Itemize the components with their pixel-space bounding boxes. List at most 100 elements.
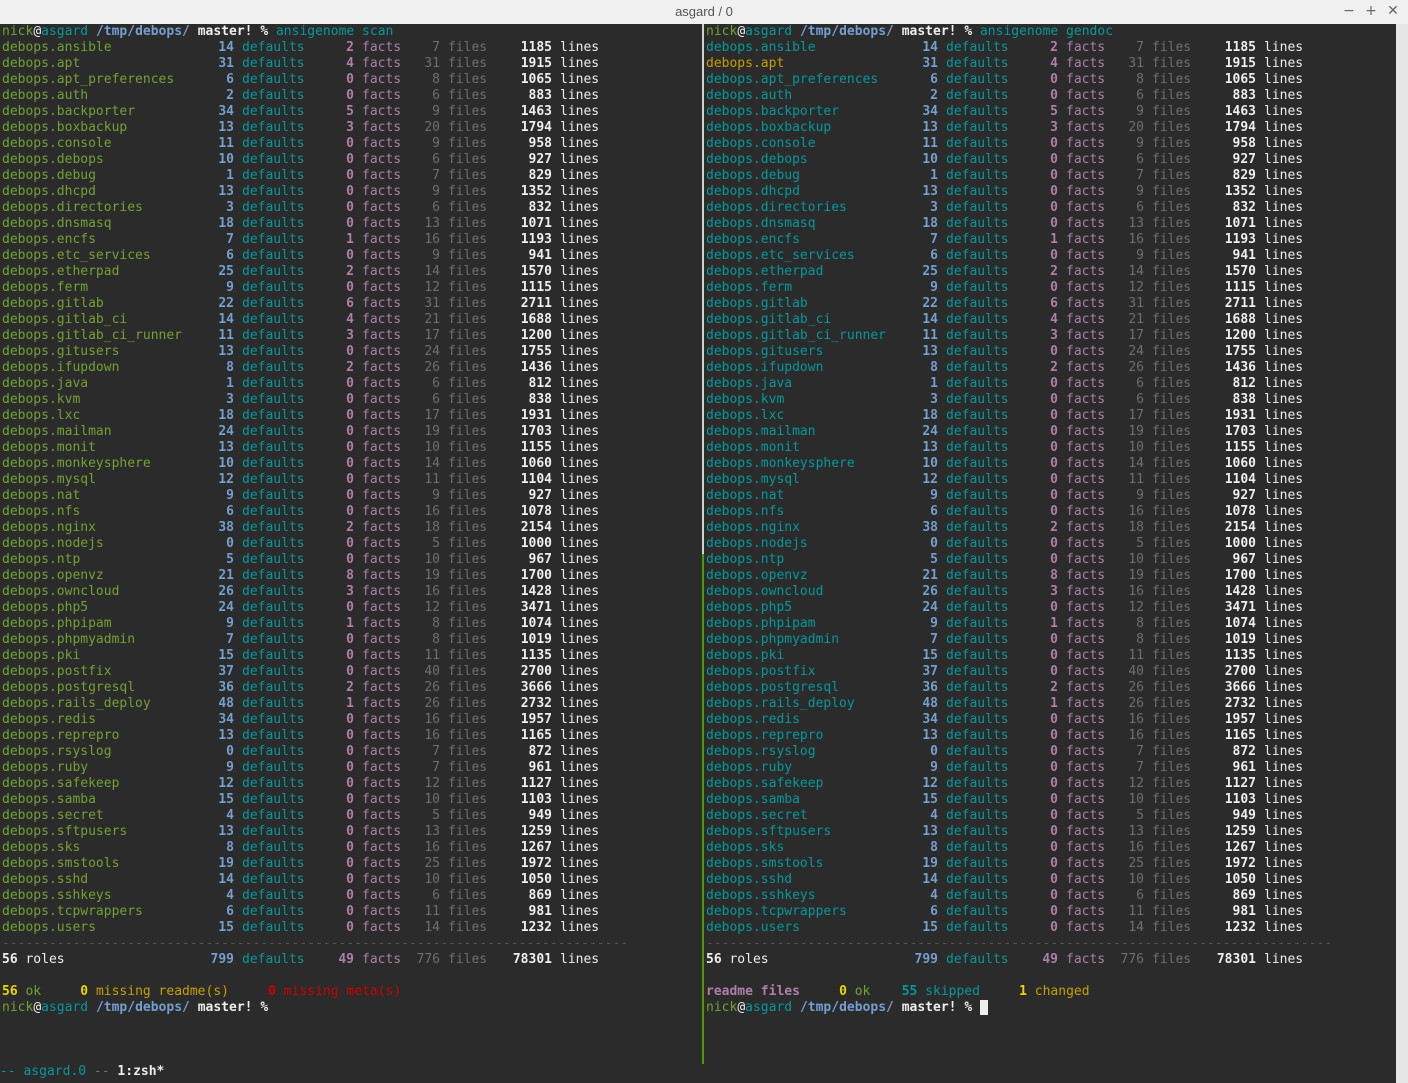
left-pane[interactable]: nick@asgard /tmp/debops/ master! % ansig… [2, 24, 702, 1064]
role-name: debops.sks [2, 840, 81, 855]
files-label: files [448, 920, 488, 935]
lines-count: 812 [528, 376, 552, 391]
defaults-label: defaults [946, 312, 1009, 327]
maximize-icon[interactable]: + [1362, 2, 1380, 20]
role-name: debops.dhcpd [706, 184, 800, 199]
defaults-count: 10 [218, 152, 234, 167]
facts-count: 1 [1050, 232, 1058, 247]
files-label: files [1152, 424, 1192, 439]
facts-count: 0 [346, 872, 354, 887]
files-label: files [448, 712, 488, 727]
lines-count: 1436 [520, 360, 552, 375]
missing-readme-count: 0 [80, 984, 89, 999]
files-label: files [448, 584, 488, 599]
lines-label: lines [560, 520, 600, 535]
facts-label: facts [1066, 920, 1106, 935]
defaults-count: 48 [218, 696, 234, 711]
role-row: debops.dhcpd 13 defaults 0 facts 9 files 1352 li… [2, 184, 702, 200]
status-session: asgard.0 [23, 1064, 87, 1079]
files-label: files [1152, 856, 1192, 871]
role-name: debops.debug [2, 168, 96, 183]
role-name: debops.rails_deploy [2, 696, 151, 711]
facts-label: facts [362, 568, 402, 583]
lines-label: lines [560, 552, 600, 567]
role-name: debops.apt [2, 56, 81, 71]
facts-label: facts [362, 728, 402, 743]
pane-divider[interactable] [702, 24, 704, 1064]
defaults-label: defaults [946, 280, 1009, 295]
lines-count: 829 [528, 168, 552, 183]
lines-label: lines [1264, 744, 1304, 759]
facts-label: facts [362, 168, 402, 183]
terminal-cursor[interactable] [979, 1000, 988, 1015]
defaults-count: 0 [226, 536, 234, 551]
facts-label: facts [362, 232, 402, 247]
defaults-label: defaults [946, 744, 1009, 759]
prompt-host: asgard [41, 1000, 89, 1015]
defaults-label: defaults [242, 488, 305, 503]
role-row: debops.lxc 18 defaults 0 facts 17 files 1931 lin… [706, 408, 1406, 424]
minimize-icon[interactable]: − [1340, 2, 1358, 20]
role-name: debops.gitlab_ci_runner [2, 328, 183, 343]
files-label: files [448, 392, 488, 407]
files-count: 17 [1128, 328, 1144, 343]
scrollbar[interactable] [1396, 24, 1408, 1083]
facts-label: facts [1066, 344, 1106, 359]
defaults-count: 25 [922, 264, 938, 279]
files-label: files [1152, 232, 1192, 247]
defaults-label: defaults [946, 408, 1009, 423]
facts-label: facts [362, 152, 402, 167]
prompt-path: /tmp/debops/ [799, 1000, 894, 1015]
facts-label: facts [362, 776, 402, 791]
defaults-label: defaults [242, 920, 305, 935]
defaults-count: 13 [922, 728, 938, 743]
role-row: debops.phpipam 9 defaults 1 facts 8 files 1074 l… [706, 616, 1406, 632]
role-name: debops.apt [706, 56, 785, 71]
title-bar[interactable]: asgard / 0 − + ✕ [0, 0, 1408, 25]
defaults-count: 7 [226, 232, 234, 247]
role-row: debops.safekeep 12 defaults 0 facts 12 files 11… [706, 776, 1406, 792]
files-label: files [1152, 520, 1192, 535]
lines-count: 1931 [520, 408, 552, 423]
defaults-label: defaults [946, 40, 1009, 55]
terminal-area[interactable]: nick@asgard /tmp/debops/ master! % ansig… [0, 24, 1396, 1083]
lines-label: lines [1264, 728, 1304, 743]
role-name: debops.postfix [2, 664, 112, 679]
facts-label: facts [1066, 296, 1106, 311]
lines-count: 1135 [1224, 648, 1256, 663]
facts-count: 0 [1050, 792, 1058, 807]
defaults-label: defaults [946, 360, 1009, 375]
facts-count: 0 [1050, 376, 1058, 391]
files-count: 31 [424, 56, 440, 71]
lines-label: lines [560, 568, 600, 583]
close-icon[interactable]: ✕ [1384, 2, 1402, 20]
role-row: debops.rails_deploy 48 defaults 1 facts 26 fil… [706, 696, 1406, 712]
right-pane[interactable]: nick@asgard /tmp/debops/ master! % ansig… [706, 24, 1406, 1064]
role-row: debops.reprepro 13 defaults 0 facts 16 files 11… [2, 728, 702, 744]
defaults-label: defaults [242, 952, 305, 967]
role-row: debops.sshkeys 4 defaults 0 facts 6 files 869 li… [706, 888, 1406, 904]
lines-count: 1155 [520, 440, 552, 455]
files-label: files [448, 88, 488, 103]
facts-label: facts [362, 264, 402, 279]
files-label: files [1152, 696, 1192, 711]
defaults-count: 14 [218, 872, 234, 887]
role-name: debops.console [706, 136, 816, 151]
defaults-count: 24 [218, 424, 234, 439]
facts-label: facts [362, 456, 402, 471]
facts-count: 0 [346, 760, 354, 775]
files-label: files [448, 952, 488, 967]
defaults-count: 13 [218, 824, 234, 839]
facts-label: facts [1066, 520, 1106, 535]
defaults-count: 34 [922, 712, 938, 727]
facts-label: facts [1066, 728, 1106, 743]
role-row: debops.owncloud 26 defaults 3 facts 16 files 14… [706, 584, 1406, 600]
lines-count: 1165 [1224, 728, 1256, 743]
facts-label: facts [1066, 264, 1106, 279]
lines-label: lines [1264, 664, 1304, 679]
files-count: 9 [432, 184, 440, 199]
role-row: debops.monit 13 defaults 0 facts 10 files 1155 l… [706, 440, 1406, 456]
lines-label: lines [1264, 888, 1304, 903]
facts-label: facts [1066, 552, 1106, 567]
defaults-label: defaults [946, 104, 1009, 119]
